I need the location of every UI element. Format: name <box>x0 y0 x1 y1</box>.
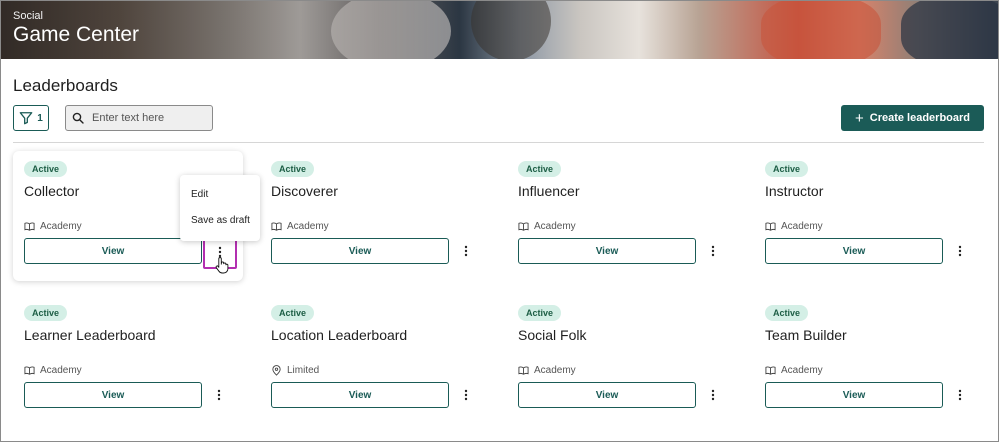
card-title: Instructor <box>765 183 824 199</box>
status-badge: Active <box>271 161 315 177</box>
status-badge: Active <box>765 305 809 321</box>
leaderboard-card: Active Learner Leaderboard Academy View <box>13 295 243 425</box>
leaderboard-card: Active Social Folk Academy View <box>507 295 737 425</box>
more-options-button[interactable] <box>459 385 473 405</box>
book-icon <box>765 366 776 375</box>
more-options-button[interactable] <box>706 385 720 405</box>
card-meta-label: Academy <box>781 365 823 376</box>
view-button[interactable]: View <box>518 382 696 408</box>
more-vertical-icon <box>464 245 468 257</box>
more-options-button[interactable] <box>953 385 967 405</box>
card-meta-label: Academy <box>534 365 576 376</box>
filter-count: 1 <box>37 112 43 124</box>
card-meta: Academy <box>518 365 576 376</box>
view-button[interactable]: View <box>271 382 449 408</box>
card-meta: Academy <box>765 365 823 376</box>
search-icon <box>72 112 84 124</box>
view-button[interactable]: View <box>518 238 696 264</box>
more-vertical-icon <box>218 246 222 258</box>
leaderboard-card: Active Instructor Academy View <box>754 151 984 281</box>
more-options-button[interactable] <box>953 241 967 261</box>
search-input[interactable] <box>92 112 202 124</box>
book-icon <box>24 222 35 231</box>
book-icon <box>24 366 35 375</box>
status-badge: Active <box>765 161 809 177</box>
more-options-button[interactable] <box>706 241 720 261</box>
view-button[interactable]: View <box>24 382 202 408</box>
view-button[interactable]: View <box>765 238 943 264</box>
more-vertical-icon <box>711 245 715 257</box>
more-vertical-icon <box>958 245 962 257</box>
view-button[interactable]: View <box>271 238 449 264</box>
create-leaderboard-label: Create leaderboard <box>869 112 971 124</box>
card-title: Discoverer <box>271 183 338 199</box>
header-title: Game Center <box>13 23 140 46</box>
app-frame: Social Game Center Leaderboards 1 + Crea… <box>0 0 999 442</box>
card-title: Team Builder <box>765 327 847 343</box>
card-meta-label: Academy <box>287 221 329 232</box>
plus-icon: + <box>854 109 864 127</box>
card-meta: Academy <box>518 221 576 232</box>
more-vertical-icon <box>711 389 715 401</box>
card-title: Learner Leaderboard <box>24 327 156 343</box>
filter-icon <box>19 112 33 125</box>
leaderboard-card: Active Discoverer Academy View <box>260 151 490 281</box>
more-options-button[interactable] <box>212 385 226 405</box>
leaderboard-card: Active Influencer Academy View <box>507 151 737 281</box>
card-meta: Limited <box>271 365 319 376</box>
page-title: Leaderboards <box>13 76 118 95</box>
more-options-button[interactable] <box>459 241 473 261</box>
header-banner: Social Game Center <box>1 1 998 59</box>
status-badge: Active <box>24 161 68 177</box>
card-meta: Academy <box>24 365 82 376</box>
divider <box>13 142 984 143</box>
more-vertical-icon <box>217 389 221 401</box>
more-vertical-icon <box>958 389 962 401</box>
leaderboard-card: Active Team Builder Academy View <box>754 295 984 425</box>
create-leaderboard-button[interactable]: + Create leaderboard <box>841 105 984 131</box>
view-button[interactable]: View <box>24 238 202 264</box>
status-badge: Active <box>24 305 68 321</box>
card-meta-label: Academy <box>781 221 823 232</box>
card-title: Influencer <box>518 183 580 199</box>
search-box[interactable] <box>65 105 213 131</box>
card-meta: Academy <box>765 221 823 232</box>
menu-item-edit[interactable]: Edit <box>191 189 208 200</box>
more-vertical-icon <box>464 389 468 401</box>
menu-item-save-as-draft[interactable]: Save as draft <box>191 215 250 226</box>
more-options-menu: Edit Save as draft <box>180 175 260 241</box>
status-badge: Active <box>271 305 315 321</box>
card-meta-label: Academy <box>534 221 576 232</box>
location-pin-icon <box>272 365 281 376</box>
book-icon <box>271 222 282 231</box>
card-meta-label: Academy <box>40 365 82 376</box>
book-icon <box>518 222 529 231</box>
filter-button[interactable]: 1 <box>13 105 49 131</box>
card-meta: Academy <box>24 221 82 232</box>
card-meta: Academy <box>271 221 329 232</box>
card-title: Collector <box>24 183 80 199</box>
status-badge: Active <box>518 161 562 177</box>
leaderboard-card: Active Location Leaderboard Limited View <box>260 295 490 425</box>
card-meta-label: Academy <box>40 221 82 232</box>
card-meta-label: Limited <box>287 365 320 376</box>
card-title: Location Leaderboard <box>271 327 408 343</box>
card-title: Social Folk <box>518 327 587 343</box>
book-icon <box>518 366 529 375</box>
status-badge: Active <box>518 305 562 321</box>
view-button[interactable]: View <box>765 382 943 408</box>
header-eyebrow: Social <box>13 10 43 22</box>
book-icon <box>765 222 776 231</box>
